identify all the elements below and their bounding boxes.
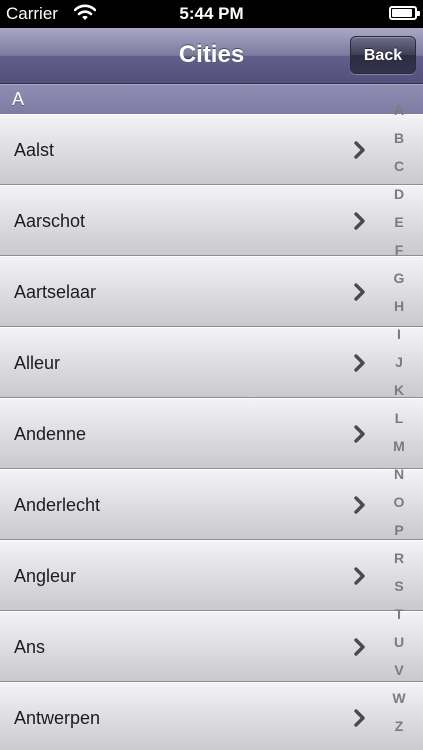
list-item[interactable]: Angleur	[0, 540, 423, 611]
index-letter[interactable]: J	[383, 348, 415, 376]
chevron-right-icon	[353, 354, 367, 372]
index-letter[interactable]: C	[383, 152, 415, 180]
battery-icon	[389, 6, 420, 20]
index-letter[interactable]: F	[383, 236, 415, 264]
list-item-label: Andenne	[14, 424, 87, 444]
index-letter[interactable]: P	[383, 516, 415, 544]
chevron-right-icon	[353, 496, 367, 514]
chevron-right-icon	[353, 567, 367, 585]
list-item-label: Aalst	[14, 140, 55, 160]
list-item-label: Ans	[14, 637, 46, 657]
index-letter[interactable]: N	[383, 460, 415, 488]
index-letter[interactable]: D	[383, 180, 415, 208]
list-item[interactable]: Antwerpen	[0, 682, 423, 750]
index-letter[interactable]: R	[383, 544, 415, 572]
section-header: A	[0, 84, 423, 114]
list-item[interactable]: Alleur	[0, 327, 423, 398]
navigation-bar: Cities Back	[0, 28, 423, 84]
app-screen: Carrier 5:44 PM Cities Back A Aalst Aarsc…	[0, 0, 423, 750]
list-item[interactable]: Ans	[0, 611, 423, 682]
index-letter[interactable]: K	[383, 376, 415, 404]
index-letter[interactable]: S	[383, 572, 415, 600]
battery-level	[392, 9, 412, 17]
status-bar: Carrier 5:44 PM	[0, 0, 423, 28]
list-item[interactable]: Anderlecht	[0, 469, 423, 540]
list-item[interactable]: Aarschot	[0, 185, 423, 256]
chevron-right-icon	[353, 709, 367, 727]
index-letter[interactable]: M	[383, 432, 415, 460]
list-item-label: Alleur	[14, 353, 61, 373]
chevron-right-icon	[353, 425, 367, 443]
chevron-right-icon	[353, 212, 367, 230]
list-item-label: Anderlecht	[14, 495, 101, 515]
list-item-label: Angleur	[14, 566, 77, 586]
chevron-right-icon	[353, 141, 367, 159]
index-letter[interactable]: Z	[383, 712, 415, 740]
index-letter[interactable]: A	[383, 96, 415, 124]
list-item-label: Antwerpen	[14, 708, 101, 728]
index-letter[interactable]: V	[383, 656, 415, 684]
list-item[interactable]: Andenne	[0, 398, 423, 469]
index-letter[interactable]: I	[383, 320, 415, 348]
chevron-right-icon	[353, 638, 367, 656]
index-letter[interactable]: U	[383, 628, 415, 656]
index-letter[interactable]: H	[383, 292, 415, 320]
list-item[interactable]: Aalst	[0, 114, 423, 185]
index-letter[interactable]: O	[383, 488, 415, 516]
index-letter[interactable]: W	[383, 684, 415, 712]
index-letter[interactable]: B	[383, 124, 415, 152]
section-index[interactable]: ABCDEFGHIJKLMNOPRSTUVWZ	[383, 96, 415, 740]
chevron-right-icon	[353, 283, 367, 301]
index-letter[interactable]: E	[383, 208, 415, 236]
index-letter[interactable]: L	[383, 404, 415, 432]
city-list: Aalst Aarschot Aartselaar Alleur Andenne Ande…	[0, 114, 423, 750]
section-header-label: A	[12, 89, 25, 109]
list-item-label: Aarschot	[14, 211, 86, 231]
index-letter[interactable]: T	[383, 600, 415, 628]
list-item[interactable]: Aartselaar	[0, 256, 423, 327]
list-item-label: Aartselaar	[14, 282, 97, 302]
back-button[interactable]: Back	[350, 36, 416, 74]
status-time: 5:44 PM	[179, 4, 244, 23]
index-letter[interactable]: G	[383, 264, 415, 292]
